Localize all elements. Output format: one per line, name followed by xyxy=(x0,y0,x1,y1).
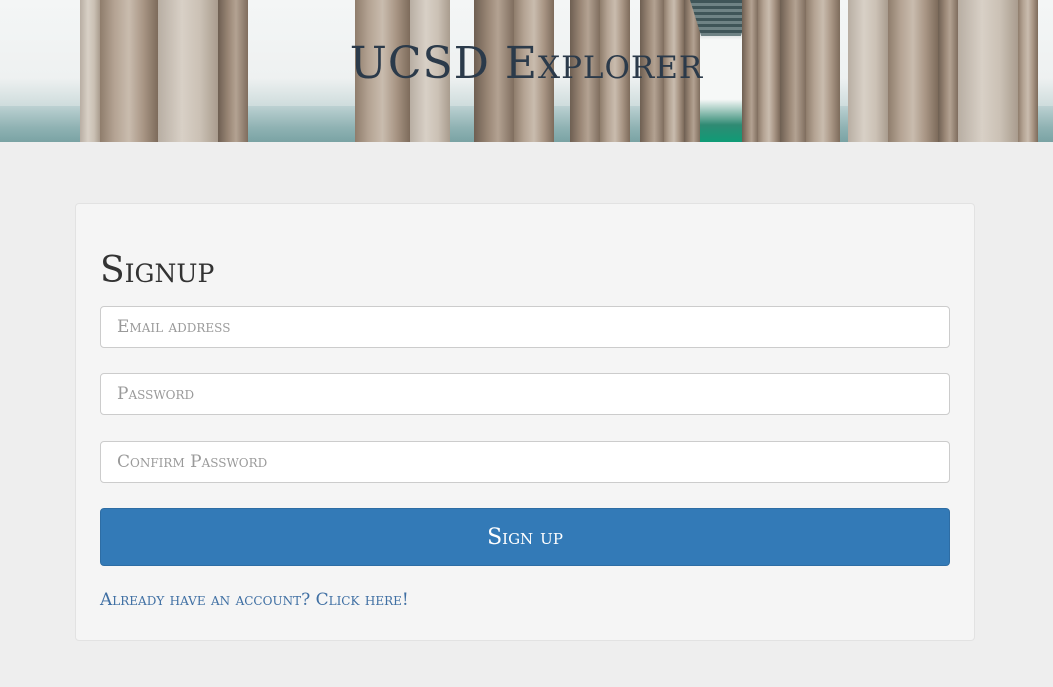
password-field[interactable] xyxy=(100,373,950,415)
signup-heading: Signup xyxy=(100,250,215,291)
header-banner: UCSD Explorer xyxy=(0,0,1053,142)
sign-up-button[interactable]: Sign up xyxy=(100,508,950,566)
confirm-password-field[interactable] xyxy=(100,441,950,483)
email-field[interactable] xyxy=(100,306,950,348)
login-link[interactable]: Already have an account? Click here! xyxy=(100,590,409,610)
app-title: UCSD Explorer xyxy=(349,38,704,89)
signup-card: Signup Sign up Already have an account? … xyxy=(75,203,975,641)
